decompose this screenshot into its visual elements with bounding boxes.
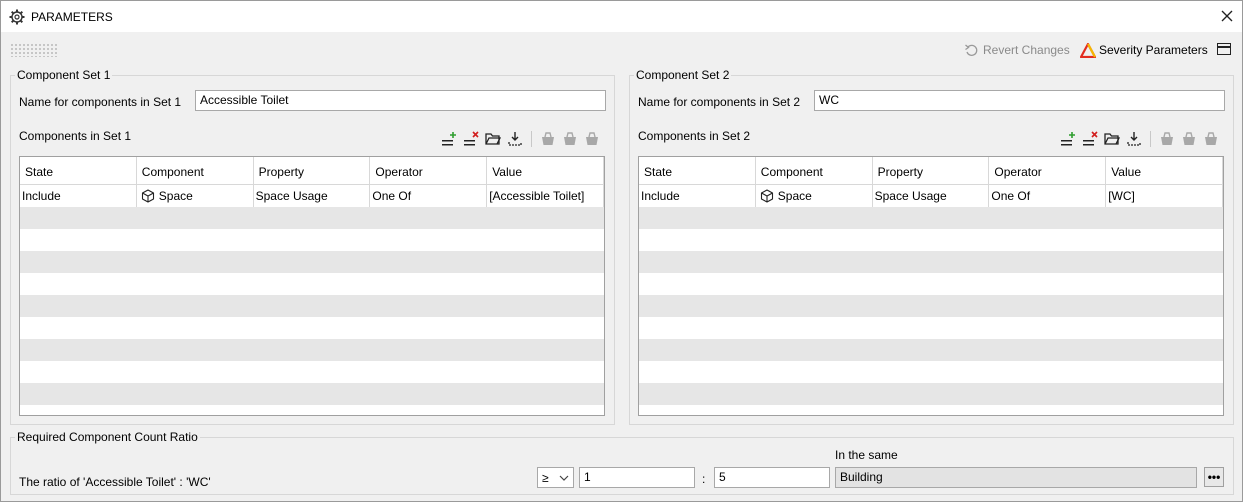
severity-parameters-button[interactable]: Severity Parameters [1079, 41, 1208, 59]
column-header-state[interactable]: State [20, 157, 137, 184]
open-folder-icon[interactable] [1104, 131, 1120, 147]
empty-row [20, 361, 604, 383]
remove-row-icon[interactable] [1082, 131, 1098, 147]
empty-row [20, 251, 604, 273]
set2-components-table: State Component Property Operator Value … [638, 156, 1224, 416]
empty-row [639, 273, 1223, 295]
empty-row [639, 229, 1223, 251]
set2-name-label: Name for components in Set 2 [638, 95, 801, 109]
empty-row [639, 361, 1223, 383]
basket-icon[interactable] [562, 131, 578, 147]
settings-gear-icon [9, 9, 25, 25]
component-set-2-legend: Component Set 2 [636, 68, 730, 82]
basket-icon[interactable] [1203, 131, 1219, 147]
basket-icon[interactable] [584, 131, 600, 147]
warning-triangle-icon [1079, 42, 1097, 58]
empty-row [20, 207, 604, 229]
empty-row [20, 295, 604, 317]
cell-component[interactable]: Space [137, 185, 254, 207]
cell-value[interactable]: [Accessible Toilet] [487, 185, 604, 207]
in-same-label: In the same [835, 448, 898, 462]
table-header: State Component Property Operator Value [639, 157, 1223, 185]
column-header-operator[interactable]: Operator [989, 157, 1107, 184]
toolbar-separator [531, 131, 532, 147]
cell-property[interactable]: Space Usage [254, 185, 371, 207]
ratio-right-input[interactable]: 5 [714, 467, 830, 488]
undo-icon [964, 43, 979, 58]
panel-layout-icon[interactable] [1217, 43, 1231, 55]
table-row[interactable]: Include Space Space Usage One Of [Access… [20, 185, 604, 207]
cube-icon [760, 189, 774, 203]
cell-operator[interactable]: One Of [989, 185, 1107, 207]
cell-operator[interactable]: One Of [370, 185, 488, 207]
empty-row [639, 383, 1223, 405]
download-icon[interactable] [1126, 131, 1142, 147]
column-header-component[interactable]: Component [756, 157, 873, 184]
column-header-component[interactable]: Component [137, 157, 254, 184]
column-header-value[interactable]: Value [487, 157, 604, 184]
column-header-property[interactable]: Property [254, 157, 371, 184]
remove-row-icon[interactable] [463, 131, 479, 147]
ratio-separator: : [702, 472, 706, 486]
cell-component-text: Space [777, 189, 812, 203]
ratio-operator-select[interactable]: ≥ [537, 467, 574, 488]
empty-row [639, 251, 1223, 273]
download-icon[interactable] [507, 131, 523, 147]
revert-changes-label: Revert Changes [983, 43, 1070, 57]
in-same-field[interactable]: Building [835, 467, 1197, 488]
empty-row [20, 317, 604, 339]
cell-property[interactable]: Space Usage [873, 185, 990, 207]
ratio-description: The ratio of 'Accessible Toilet' : 'WC' [19, 475, 211, 489]
table-header: State Component Property Operator Value [20, 157, 604, 185]
ratio-operator-value: ≥ [542, 470, 549, 485]
set2-components-label: Components in Set 2 [638, 129, 751, 143]
open-folder-icon[interactable] [485, 131, 501, 147]
set1-components-table: State Component Property Operator Value … [19, 156, 605, 416]
title-bar: PARAMETERS [1, 1, 1242, 32]
cell-state[interactable]: Include [20, 185, 137, 207]
empty-row [639, 295, 1223, 317]
empty-row [20, 229, 604, 251]
revert-changes-button[interactable]: Revert Changes [964, 41, 1070, 59]
column-header-value[interactable]: Value [1106, 157, 1223, 184]
basket-icon[interactable] [1159, 131, 1175, 147]
window-title: PARAMETERS [31, 10, 113, 24]
close-icon[interactable] [1218, 7, 1236, 25]
empty-row [20, 273, 604, 295]
set1-toolbar [441, 131, 606, 147]
set2-name-input[interactable]: WC [814, 90, 1225, 111]
table-row[interactable]: Include Space Space Usage One Of [WC] [639, 185, 1223, 207]
cell-state[interactable]: Include [639, 185, 756, 207]
column-header-operator[interactable]: Operator [370, 157, 488, 184]
basket-icon[interactable] [1181, 131, 1197, 147]
chevron-down-icon [559, 472, 569, 482]
parameters-window: PARAMETERS Revert Changes Severity Param… [0, 0, 1243, 502]
cell-component[interactable]: Space [756, 185, 873, 207]
component-set-1-legend: Component Set 1 [17, 68, 111, 82]
cell-component-text: Space [158, 189, 193, 203]
add-row-icon[interactable] [1060, 131, 1076, 147]
toolbar-separator [1150, 131, 1151, 147]
set1-name-input[interactable]: Accessible Toilet [195, 90, 606, 111]
set1-components-label: Components in Set 1 [19, 129, 132, 143]
severity-parameters-label: Severity Parameters [1099, 43, 1208, 57]
browse-button[interactable]: ••• [1204, 467, 1224, 487]
add-row-icon[interactable] [441, 131, 457, 147]
empty-row [639, 339, 1223, 361]
count-ratio-legend: Required Component Count Ratio [17, 430, 198, 444]
cell-value[interactable]: [WC] [1106, 185, 1223, 207]
basket-icon[interactable] [540, 131, 556, 147]
set1-name-label: Name for components in Set 1 [19, 95, 182, 109]
set2-toolbar [1060, 131, 1225, 147]
empty-row [20, 383, 604, 405]
ratio-left-input[interactable]: 1 [579, 467, 695, 488]
cube-icon [141, 189, 155, 203]
column-header-state[interactable]: State [639, 157, 756, 184]
empty-row [20, 339, 604, 361]
drag-grip-handle[interactable] [10, 43, 58, 57]
empty-row [639, 317, 1223, 339]
column-header-property[interactable]: Property [873, 157, 990, 184]
empty-row [639, 207, 1223, 229]
